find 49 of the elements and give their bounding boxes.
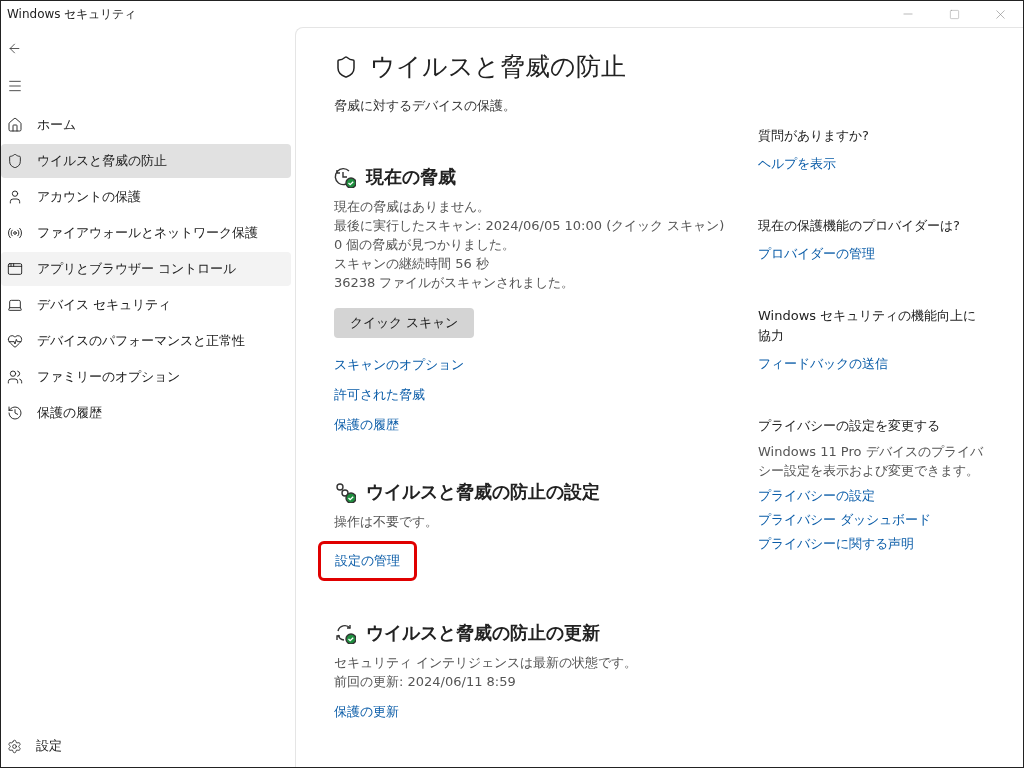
history-icon [7,405,23,421]
person-icon [7,189,23,205]
shield-icon [7,153,23,169]
refresh-check-icon [334,622,356,644]
shield-icon [334,54,358,79]
laptop-icon [7,297,23,313]
antenna-icon [7,225,23,241]
settings-icon [7,738,22,754]
status-text: スキャンの継続時間 56 秒 [334,255,490,273]
link[interactable]: スキャンのオプション [334,350,464,380]
link[interactable]: プライバシーに関する声明 [758,532,988,556]
section-heading: ウイルスと脅威の防止の設定 [366,480,600,504]
home-icon [7,117,23,133]
link[interactable]: プロバイダーの管理 [758,242,988,266]
link[interactable]: プライバシー ダッシュボード [758,508,988,532]
link[interactable]: ヘルプを表示 [758,152,988,176]
aside-heading: 現在の保護機能のプロバイダーは? [758,217,961,235]
section-heading: ウイルスと脅威の防止の更新 [366,621,600,645]
people-icon [7,369,23,385]
quick-scan-button[interactable]: クイック スキャン [334,308,475,338]
page-subtitle: 脅威に対するデバイスの保護。 [334,97,517,115]
gears-check-icon [334,481,356,503]
link[interactable]: フィードバックの送信 [758,352,988,376]
window-icon [7,261,23,277]
highlighted-link[interactable]: 設定の管理 [318,541,417,581]
sidebar-item[interactable]: アプリとブラウザー コントロール [1,252,291,286]
sidebar-item[interactable]: ウイルスと脅威の防止 [1,144,291,178]
section-heading: 現在の脅威 [366,165,456,189]
aside-heading: プライバシーの設定を変更する [758,417,941,435]
status-text: 0 個の脅威が見つかりました。 [334,236,517,254]
clock-check-icon [334,166,356,188]
aside-heading: Windows セキュリティの機能向上に協力 [758,307,978,345]
status-text: 前回の更新: 2024/06/11 8:59 [334,673,517,691]
status-text: セキュリティ インテリジェンスは最新の状態です。 [334,654,639,672]
link[interactable]: 保護の更新 [334,697,399,727]
link[interactable]: 許可された脅威 [334,380,425,410]
status-text: 現在の脅威はありません。 [334,198,491,216]
maximize-icon [948,8,960,20]
aside-description: Windows 11 Pro デバイスのプライバシー設定を表示および変更できます。 [758,443,984,480]
heart-pulse-icon [7,333,23,349]
page-title: ウイルスと脅威の防止 [370,51,626,83]
link[interactable]: プライバシーの設定 [758,484,988,508]
status-text: 36238 ファイルがスキャンされました。 [334,274,576,292]
status-text: 最後に実行したスキャン: 2024/06/05 10:00 (クイック スキャン) [334,217,726,235]
window-title: Windows セキュリティ [7,5,138,23]
menu-icon [7,78,23,94]
link[interactable]: 保護の履歴 [334,410,399,440]
aside-heading: 質問がありますか? [758,127,870,145]
status-text: 操作は不要です。 [334,513,439,531]
